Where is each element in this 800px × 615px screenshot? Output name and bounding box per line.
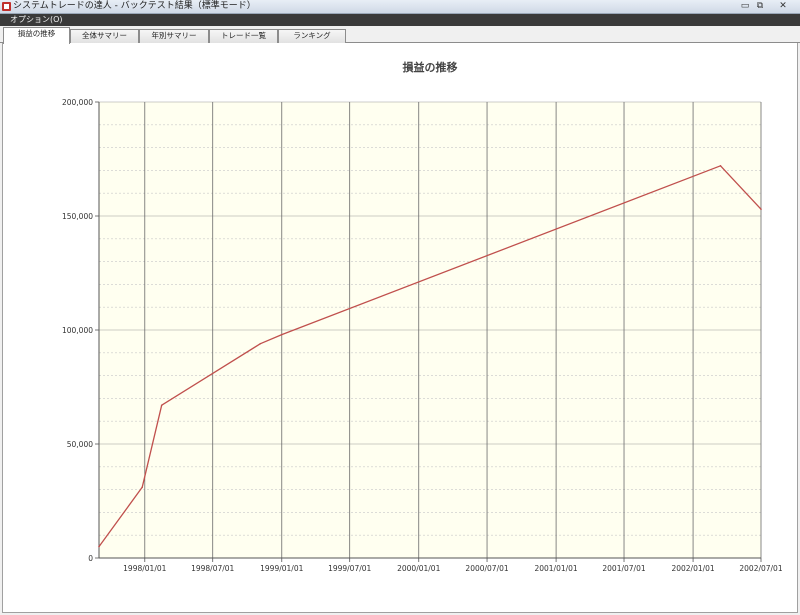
menu-bar: オプション(O) [0, 14, 800, 26]
data-point [160, 404, 163, 407]
x-tick-label: 1998/07/01 [191, 564, 234, 573]
x-tick-label: 2000/07/01 [465, 564, 508, 573]
y-tick-label: 200,000 [62, 98, 93, 107]
menu-options[interactable]: オプション(O) [10, 14, 63, 26]
x-tick-label: 2001/01/01 [534, 564, 577, 573]
data-point [719, 165, 722, 167]
data-point [141, 486, 143, 489]
x-tick-label: 2002/01/01 [671, 564, 714, 573]
x-tick-label: 2000/01/01 [397, 564, 440, 573]
y-tick-label: 0 [88, 554, 93, 563]
y-tick-label: 150,000 [62, 212, 93, 221]
tab-profit-transition[interactable]: 損益の推移 [3, 27, 70, 44]
app-icon [2, 2, 11, 11]
x-tick-label: 1998/01/01 [123, 564, 166, 573]
data-point [259, 342, 262, 345]
tab-strip: 損益の推移 全体サマリー 年別サマリー トレード一覧 ランキング [0, 26, 800, 44]
x-tick-label: 1999/07/01 [328, 564, 371, 573]
tab-overall-summary[interactable]: 全体サマリー [70, 29, 139, 43]
data-point [280, 333, 283, 336]
minimize-button[interactable]: ▭ [739, 1, 751, 12]
chart-panel: 損益の推移 0 50,000 100,000 150,000 200,000 1998/01… [2, 43, 798, 613]
chart-title: 損益の推移 [403, 60, 458, 74]
x-tick-label: 2002/07/01 [739, 564, 782, 573]
tab-trade-list[interactable]: トレード一覧 [209, 29, 278, 43]
window-title: システムトレードの達人 - バックテスト結果（標準モード） [13, 1, 256, 11]
x-tick-label: 2001/07/01 [602, 564, 645, 573]
profit-chart: 損益の推移 0 50,000 100,000 150,000 200,000 1998/01… [62, 60, 783, 573]
x-tick-label: 1999/01/01 [260, 564, 303, 573]
y-tick-label: 100,000 [62, 326, 93, 335]
data-point [98, 545, 100, 548]
y-tick-label: 50,000 [67, 440, 93, 449]
title-bar: システムトレードの達人 - バックテスト結果（標準モード） ▭ ⧉ ✕ [0, 0, 800, 14]
tab-yearly-summary[interactable]: 年別サマリー [139, 29, 209, 43]
maximize-button[interactable]: ⧉ [754, 1, 766, 12]
data-point [760, 208, 762, 210]
tab-ranking[interactable]: ランキング [278, 29, 346, 43]
close-button[interactable]: ✕ [770, 1, 796, 12]
